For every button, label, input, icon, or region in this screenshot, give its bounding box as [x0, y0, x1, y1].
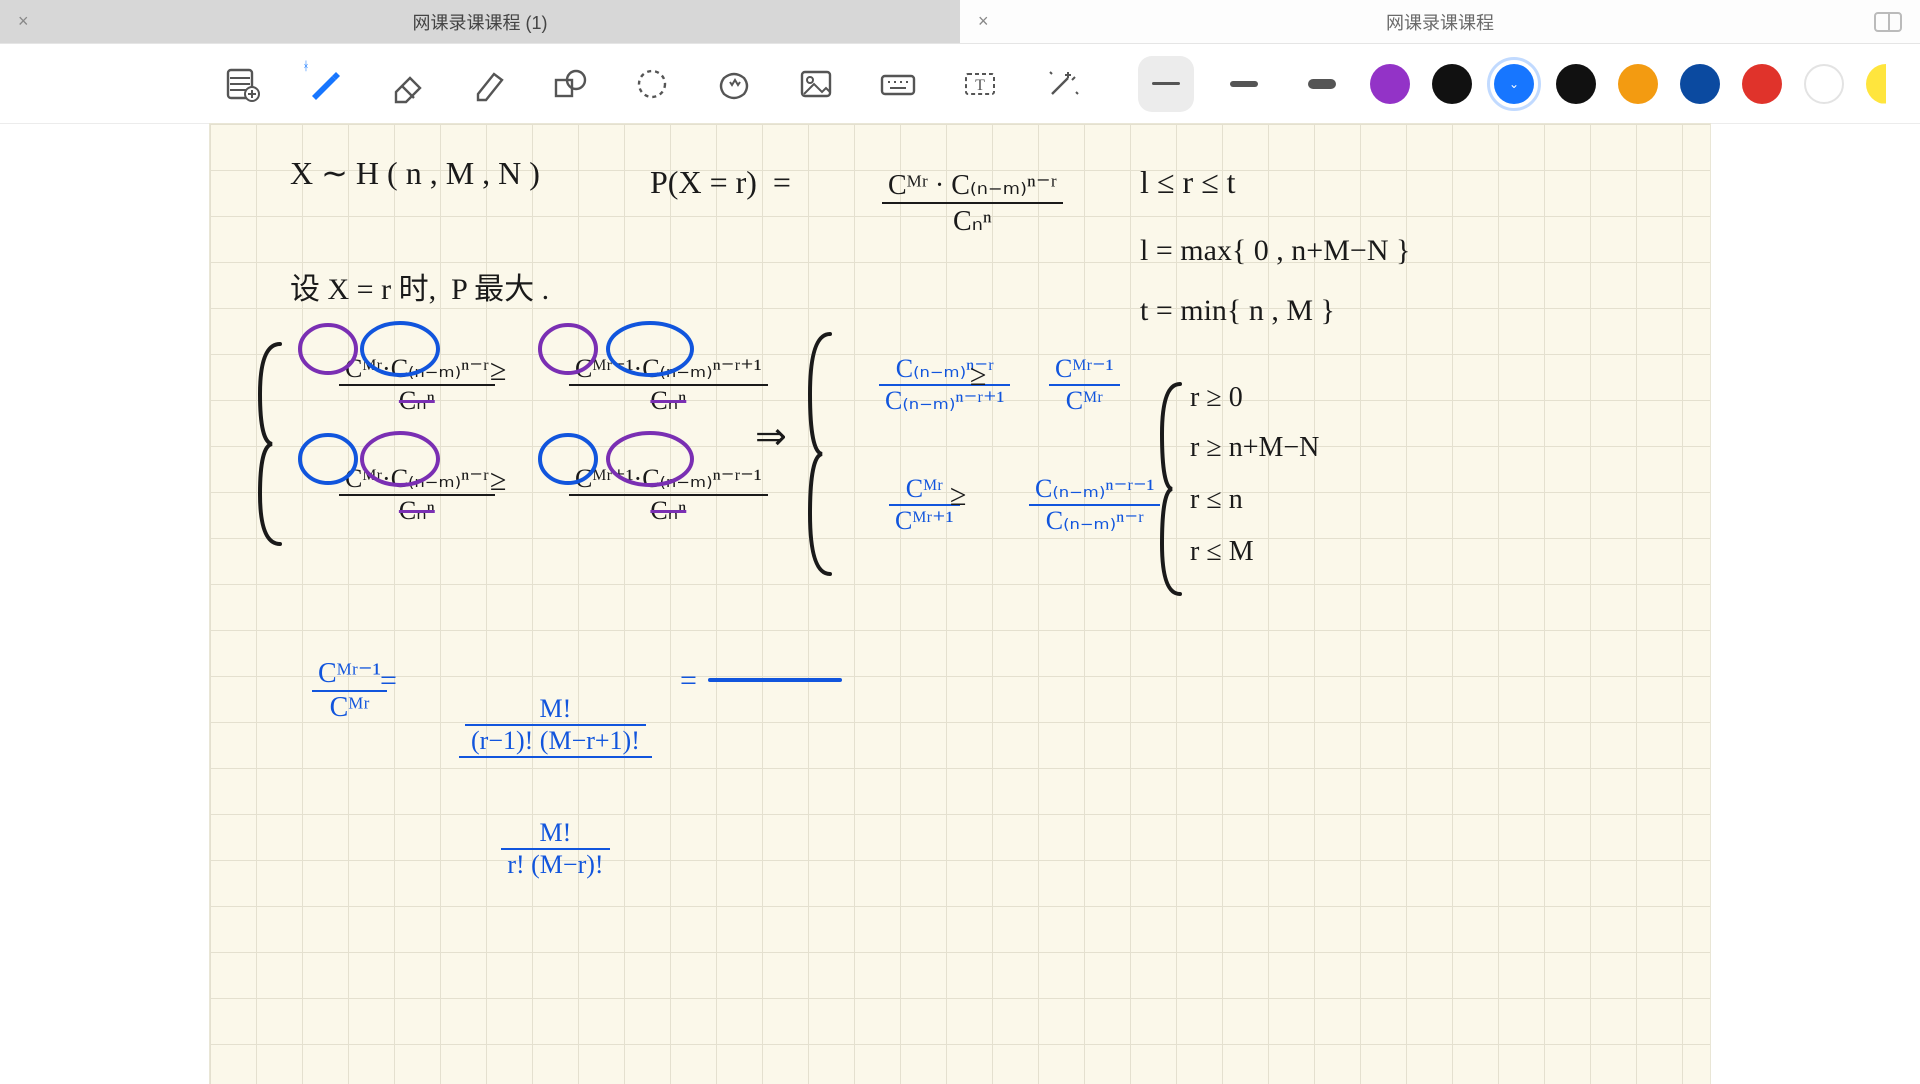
hw-rb1: r ≥ n+M−N [1190, 432, 1319, 464]
splitview-icon[interactable] [1874, 12, 1902, 32]
hw-l-def: l = max{ 0 , n+M−N } [1140, 234, 1410, 268]
hw-ge2: ≥ [490, 464, 506, 498]
hw-ge4: ≥ [950, 479, 966, 513]
hw-rb3: r ≤ M [1190, 536, 1254, 568]
hw-rb2: r ≤ n [1190, 484, 1243, 516]
stroke-width-group [1138, 56, 1350, 112]
hw-assume: 设 X = r 时, P 最大 . [290, 264, 549, 308]
color-yellow[interactable] [1866, 64, 1906, 104]
tab-title: 网课录课课程 [1386, 9, 1494, 35]
magic-icon[interactable] [1034, 56, 1090, 112]
add-page-icon[interactable] [214, 56, 270, 112]
color-orange[interactable] [1618, 64, 1658, 104]
hw-sys1a: Cᴹʳ·C₍ₙ₋ₘ₎ⁿ⁻ʳCₙⁿ [300, 324, 495, 446]
image-icon[interactable] [788, 56, 844, 112]
color-black[interactable] [1432, 64, 1472, 104]
hw-pmf-lhs: P(X = r) = [650, 164, 791, 201]
hw-system2-brace [800, 324, 840, 584]
sticker-icon[interactable] [706, 56, 762, 112]
keyboard-icon[interactable] [870, 56, 926, 112]
hw-circles [290, 319, 750, 519]
hw-blank-line [710, 670, 850, 690]
close-tab-icon[interactable]: × [18, 11, 29, 32]
hw-sys2b-r: C₍ₙ₋ₘ₎ⁿ⁻ʳ⁻¹C₍ₙ₋ₘ₎ⁿ⁻ʳ [990, 444, 1160, 566]
eraser-icon[interactable] [378, 56, 434, 112]
hw-sys1b-r: Cᴹʳ⁺¹·C₍ₙ₋ₘ₎ⁿ⁻ʳ⁻¹Cₙⁿ [530, 434, 768, 556]
hw-pmf-frac: Cᴹʳ · C₍ₙ₋ₘ₎ⁿ⁻ʳCₙⁿ [840, 136, 1063, 270]
hw-system-brace [250, 324, 770, 564]
color-red[interactable] [1742, 64, 1782, 104]
tab-title: 网课录课课程 (1) [413, 9, 548, 35]
hw-sys2a-l: C₍ₙ₋ₘ₎ⁿ⁻ʳC₍ₙ₋ₘ₎ⁿ⁻ʳ⁺¹ [840, 324, 1010, 446]
svg-text:T: T [975, 77, 985, 94]
hw-t-def: t = min{ n , M } [1140, 294, 1335, 328]
hw-implies: ⇒ [755, 414, 787, 459]
hw-range: l ≤ r ≤ t [1140, 164, 1236, 201]
tool-group: ᚼ T [214, 56, 1090, 112]
tab-bar: × 网课录课课程 (1) × 网课录课课程 [0, 0, 1920, 44]
hw-rb0: r ≥ 0 [1190, 382, 1243, 414]
color-black-2[interactable] [1556, 64, 1596, 104]
chevron-down-icon: ⌄ [1509, 77, 1519, 91]
note-page[interactable]: X ∼ H ( n , M , N ) P(X = r) = Cᴹʳ · C₍ₙ… [210, 124, 1710, 1084]
textbox-icon[interactable]: T [952, 56, 1008, 112]
hw-eq2: = [680, 664, 697, 698]
color-group: ⌄ [1370, 64, 1906, 104]
highlighter-icon[interactable] [460, 56, 516, 112]
hw-sys1a-r: Cᴹʳ⁻¹·C₍ₙ₋ₘ₎ⁿ⁻ʳ⁺¹Cₙⁿ [530, 324, 768, 446]
hw-sys2a-r: Cᴹʳ⁻¹Cᴹʳ [1010, 324, 1120, 446]
color-empty[interactable] [1804, 64, 1844, 104]
stroke-thick[interactable] [1294, 56, 1350, 112]
canvas-area[interactable]: X ∼ H ( n , M , N ) P(X = r) = Cᴹʳ · C₍ₙ… [0, 124, 1920, 1080]
hw-eq1: = [380, 664, 397, 698]
hw-expand-left: Cᴹʳ⁻¹Cᴹʳ [270, 624, 387, 756]
shapes-icon[interactable] [542, 56, 598, 112]
hw-distribution: X ∼ H ( n , M , N ) [290, 154, 540, 192]
lasso-icon[interactable] [624, 56, 680, 112]
hw-sys1b: Cᴹʳ·C₍ₙ₋ₘ₎ⁿ⁻ʳCₙⁿ [300, 434, 495, 556]
stroke-thin[interactable] [1138, 56, 1194, 112]
hw-expand-right: M!(r−1)! (M−r+1)! M!r! (M−r)! [420, 604, 652, 970]
tab-document-2[interactable]: × 网课录课课程 [960, 0, 1920, 43]
bluetooth-icon: ᚼ [302, 59, 309, 73]
stroke-medium[interactable] [1216, 56, 1272, 112]
tab-document-1[interactable]: × 网课录课课程 (1) [0, 0, 960, 43]
close-tab-icon[interactable]: × [978, 11, 989, 32]
hw-ge1: ≥ [490, 354, 506, 388]
toolbar: ᚼ T [0, 44, 1920, 124]
color-purple[interactable] [1370, 64, 1410, 104]
hw-rbounds-brace [1150, 374, 1190, 604]
color-darkblue[interactable] [1680, 64, 1720, 104]
hw-ge3: ≥ [970, 359, 986, 393]
pen-icon[interactable]: ᚼ [296, 56, 352, 112]
hw-sys2b-l: CᴹʳCᴹʳ⁺¹ [850, 444, 960, 566]
color-blue[interactable]: ⌄ [1494, 64, 1534, 104]
